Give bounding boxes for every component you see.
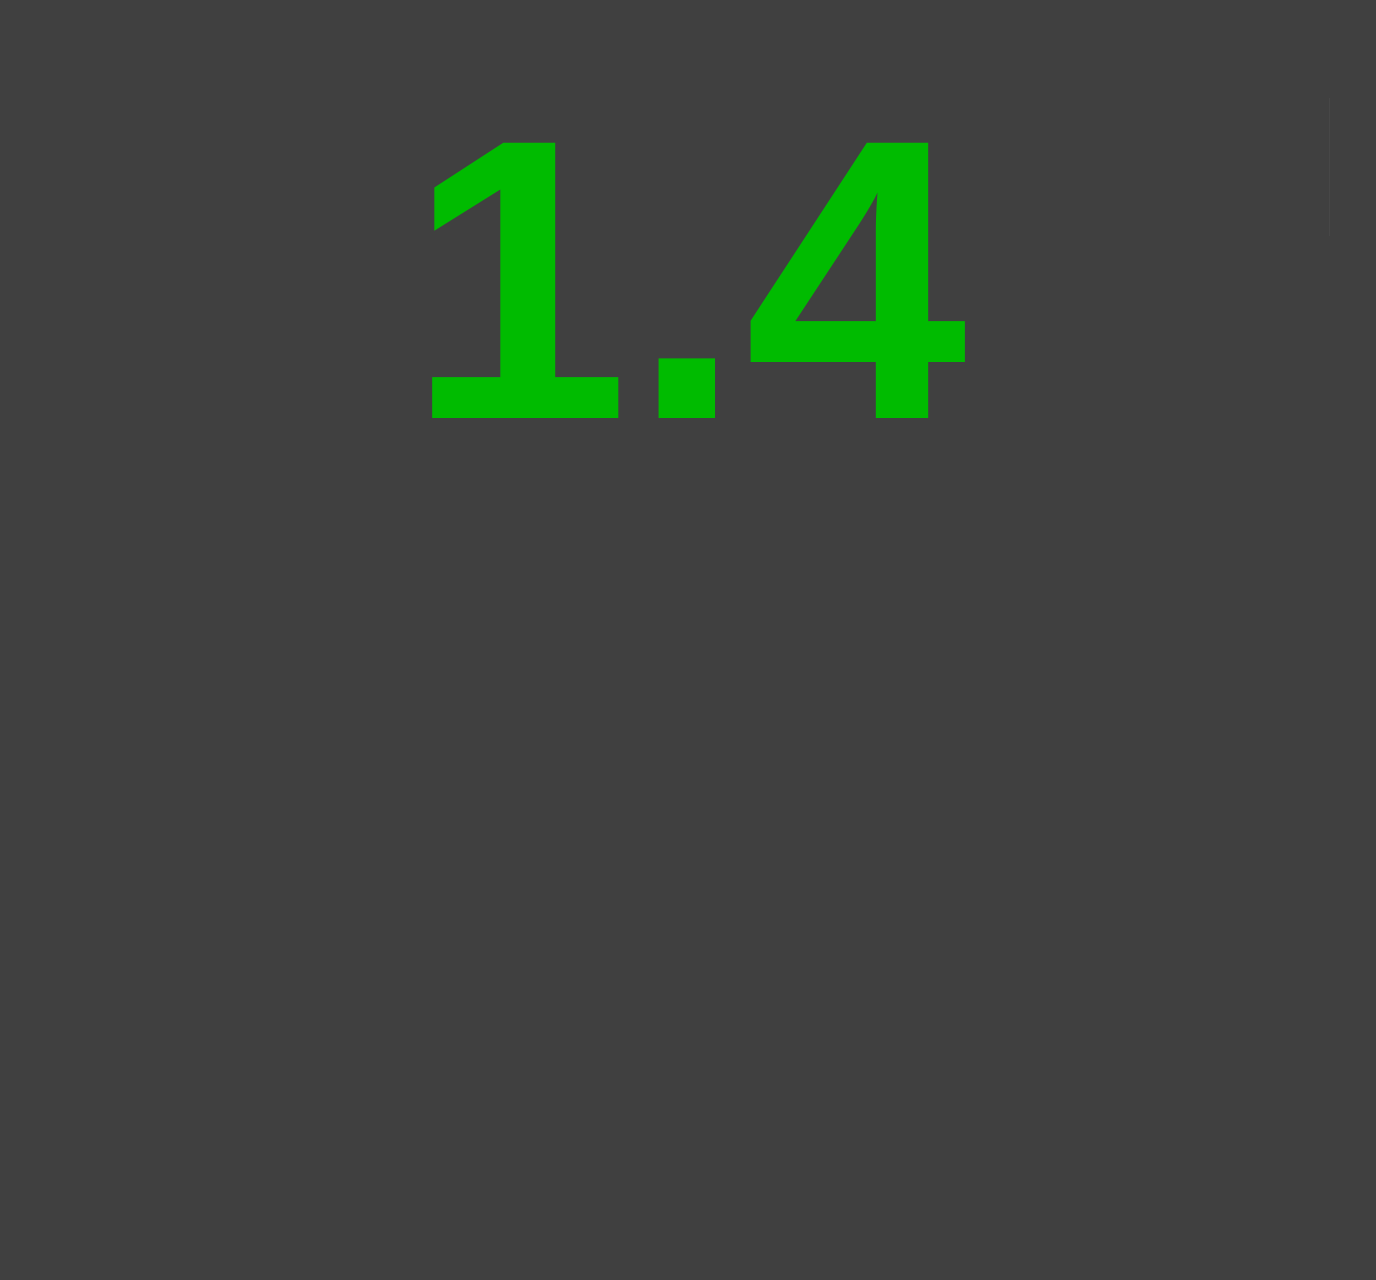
divider-line — [1329, 98, 1330, 236]
metric-value: 1.4 — [406, 56, 970, 503]
display-screen: 1.4 — [0, 0, 1376, 1280]
